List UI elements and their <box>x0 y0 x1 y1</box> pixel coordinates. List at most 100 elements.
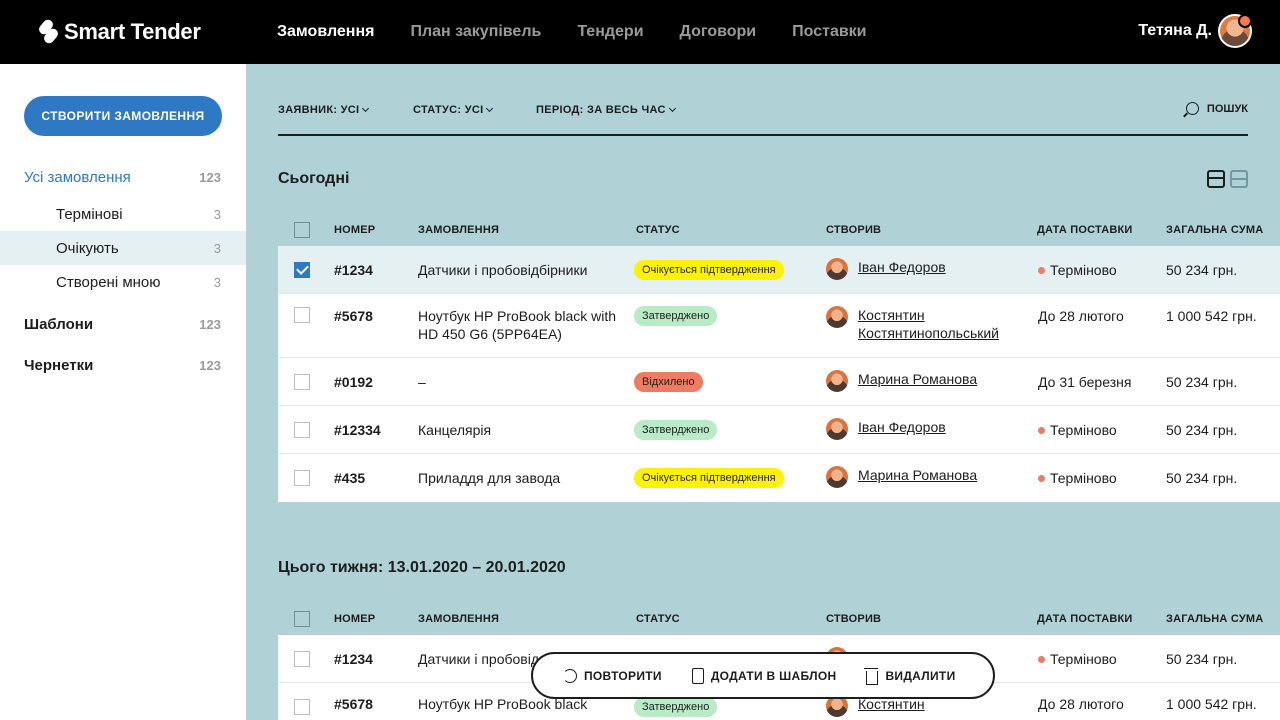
repeat-button[interactable]: ПОВТОРИТИ <box>563 668 662 683</box>
row-checkbox[interactable] <box>294 307 310 323</box>
chevron-down-icon <box>486 104 494 113</box>
table-row[interactable]: #1234 Датчики і пробовідбірники Очікуєть… <box>278 246 1280 294</box>
order-number: #12334 <box>334 422 381 438</box>
orders-table-today: НОМЕР ЗАМОВЛЕННЯ СТАТУС СТВОРИВ ДАТА ПОС… <box>278 214 1280 502</box>
urgent-dot-icon <box>1038 427 1045 434</box>
document-icon <box>691 667 704 684</box>
sidebar-item-count: 123 <box>199 169 221 185</box>
sidebar-item-all-orders[interactable]: Усі замовлення 123 <box>0 160 246 194</box>
select-all-checkbox[interactable] <box>294 611 310 627</box>
row-checkbox[interactable] <box>294 470 310 486</box>
period-filter[interactable]: ПЕРІОД: ЗА ВЕСЬ ЧАС <box>536 104 676 116</box>
column-order: ЗАМОВЛЕННЯ <box>418 613 500 625</box>
logo[interactable]: Smart Tender <box>37 17 201 46</box>
sidebar-item-created-by-me[interactable]: Створені мною 3 <box>0 265 246 299</box>
table-row[interactable]: #0192 – Відхилено Марина Романова До 31 … <box>278 358 1280 406</box>
card-view-icon[interactable] <box>1207 170 1225 188</box>
delivery-date: До 28 лютого <box>1038 696 1124 712</box>
order-name: Приладдя для завода <box>418 470 561 486</box>
column-number: НОМЕР <box>334 613 376 625</box>
nav-orders[interactable]: Замовлення <box>277 23 374 41</box>
urgent-dot-icon <box>1038 656 1045 663</box>
table-row[interactable]: #12334 Канцелярія Затверджено Іван Федор… <box>278 406 1280 454</box>
sidebar-item-drafts[interactable]: Чернетки 123 <box>0 348 246 382</box>
avatar <box>826 306 848 328</box>
creator-link[interactable]: Марина Романова <box>858 370 977 388</box>
row-checkbox[interactable] <box>294 651 310 667</box>
column-number: НОМЕР <box>334 224 376 236</box>
column-status: СТАТУС <box>636 613 680 625</box>
select-all-checkbox[interactable] <box>294 222 310 238</box>
creator: Марина Романова <box>826 370 977 392</box>
table-row[interactable]: #5678 Ноутбук HP ProBook black with HD 4… <box>278 294 1280 358</box>
status-badge: Затверджено <box>634 420 718 440</box>
create-order-button[interactable]: СТВОРИТИ ЗАМОВЛЕННЯ <box>24 96 222 136</box>
user-menu[interactable]: Тетяна Д. <box>1138 14 1252 48</box>
delivery-date-text: Терміново <box>1050 262 1117 278</box>
filter-bar: ЗАЯВНИК: УСІ СТАТУС: УСІ ПЕРІОД: ЗА ВЕСЬ… <box>278 96 1248 136</box>
nav-deliveries[interactable]: Поставки <box>792 23 866 41</box>
order-number: #1234 <box>334 651 373 667</box>
sidebar-item-label: Створені мною <box>56 273 161 291</box>
row-checkbox[interactable] <box>294 262 310 278</box>
search-button[interactable]: ПОШУК <box>1185 102 1248 115</box>
status-badge: Затверджено <box>634 697 718 717</box>
order-number: #5678 <box>334 308 373 324</box>
sidebar-item-label: Усі замовлення <box>24 168 131 186</box>
sidebar-item-urgent[interactable]: Термінові 3 <box>0 197 246 231</box>
row-checkbox[interactable] <box>294 422 310 438</box>
chevron-down-icon <box>668 104 676 113</box>
total-sum: 50 234 грн. <box>1166 651 1238 667</box>
applicant-filter[interactable]: ЗАЯВНИК: УСІ <box>278 104 370 116</box>
nav-contracts[interactable]: Договори <box>680 23 757 41</box>
list-view-icon[interactable] <box>1230 170 1248 188</box>
status-filter[interactable]: СТАТУС: УСІ <box>413 104 494 116</box>
repeat-icon <box>563 668 577 683</box>
order-number: #5678 <box>334 696 373 712</box>
column-total: ЗАГАЛЬНА СУМА <box>1166 224 1264 236</box>
repeat-label: ПОВТОРИТИ <box>584 668 662 683</box>
delete-label: ВИДАЛИТИ <box>885 668 956 683</box>
order-name: Ноутбук HP ProBook black with HD 450 G6 … <box>418 308 617 342</box>
nav-procurement-plan[interactable]: План закупівель <box>410 23 541 41</box>
total-sum: 50 234 грн. <box>1166 374 1238 390</box>
status-badge: Відхилено <box>634 372 703 392</box>
table-row[interactable]: #435 Приладдя для завода Очікується підт… <box>278 454 1280 502</box>
delivery-date: До 31 березня <box>1038 374 1132 390</box>
add-to-template-button[interactable]: ДОДАТИ В ШАБЛОН <box>691 667 837 684</box>
avatar[interactable] <box>1218 14 1252 48</box>
row-checkbox[interactable] <box>294 374 310 390</box>
sidebar-item-templates[interactable]: Шаблони 123 <box>0 307 246 341</box>
sidebar-item-count: 3 <box>213 206 221 222</box>
delete-button[interactable]: ВИДАЛИТИ <box>864 667 956 685</box>
logo-icon <box>37 17 60 46</box>
order-number: #435 <box>334 470 366 486</box>
row-checkbox[interactable] <box>294 699 310 715</box>
nav-tenders[interactable]: Тендери <box>577 23 643 41</box>
delivery-date-text: Терміново <box>1050 422 1117 438</box>
delivery-date: До 28 лютого <box>1038 308 1124 324</box>
order-name: – <box>418 374 426 390</box>
delivery-date: Терміново <box>1038 421 1117 439</box>
bulk-action-bar: ПОВТОРИТИ ДОДАТИ В ШАБЛОН ВИДАЛИТИ <box>531 652 995 699</box>
creator-link[interactable]: Марина Романова <box>858 466 977 484</box>
delivery-date: Терміново <box>1038 261 1117 279</box>
sidebar-item-label: Очікують <box>56 239 119 257</box>
sidebar-item-pending[interactable]: Очікують 3 <box>0 231 246 265</box>
column-order: ЗАМОВЛЕННЯ <box>418 224 500 236</box>
sidebar-item-count: 3 <box>213 240 221 256</box>
search-label: ПОШУК <box>1206 102 1248 115</box>
order-number: #1234 <box>334 262 373 278</box>
creator: Марина Романова <box>826 466 977 488</box>
creator-link[interactable]: Іван Федоров <box>858 258 946 276</box>
view-toggle <box>1207 170 1253 188</box>
creator-link[interactable]: Іван Федоров <box>858 418 946 436</box>
sidebar-item-count: 3 <box>213 274 221 290</box>
sidebar-item-label: Чернетки <box>24 356 94 374</box>
section-title-this-week: Цього тижня: 13.01.2020 – 20.01.2020 <box>278 559 566 576</box>
applicant-filter-label: ЗАЯВНИК: УСІ <box>278 104 360 116</box>
creator-link[interactable]: Костянтин Костянтинопольський <box>858 306 1018 342</box>
top-navigation: Smart Tender Замовлення План закупівель … <box>0 0 1280 64</box>
add-to-template-label: ДОДАТИ В ШАБЛОН <box>710 668 837 683</box>
status-badge: Затверджено <box>634 306 718 326</box>
